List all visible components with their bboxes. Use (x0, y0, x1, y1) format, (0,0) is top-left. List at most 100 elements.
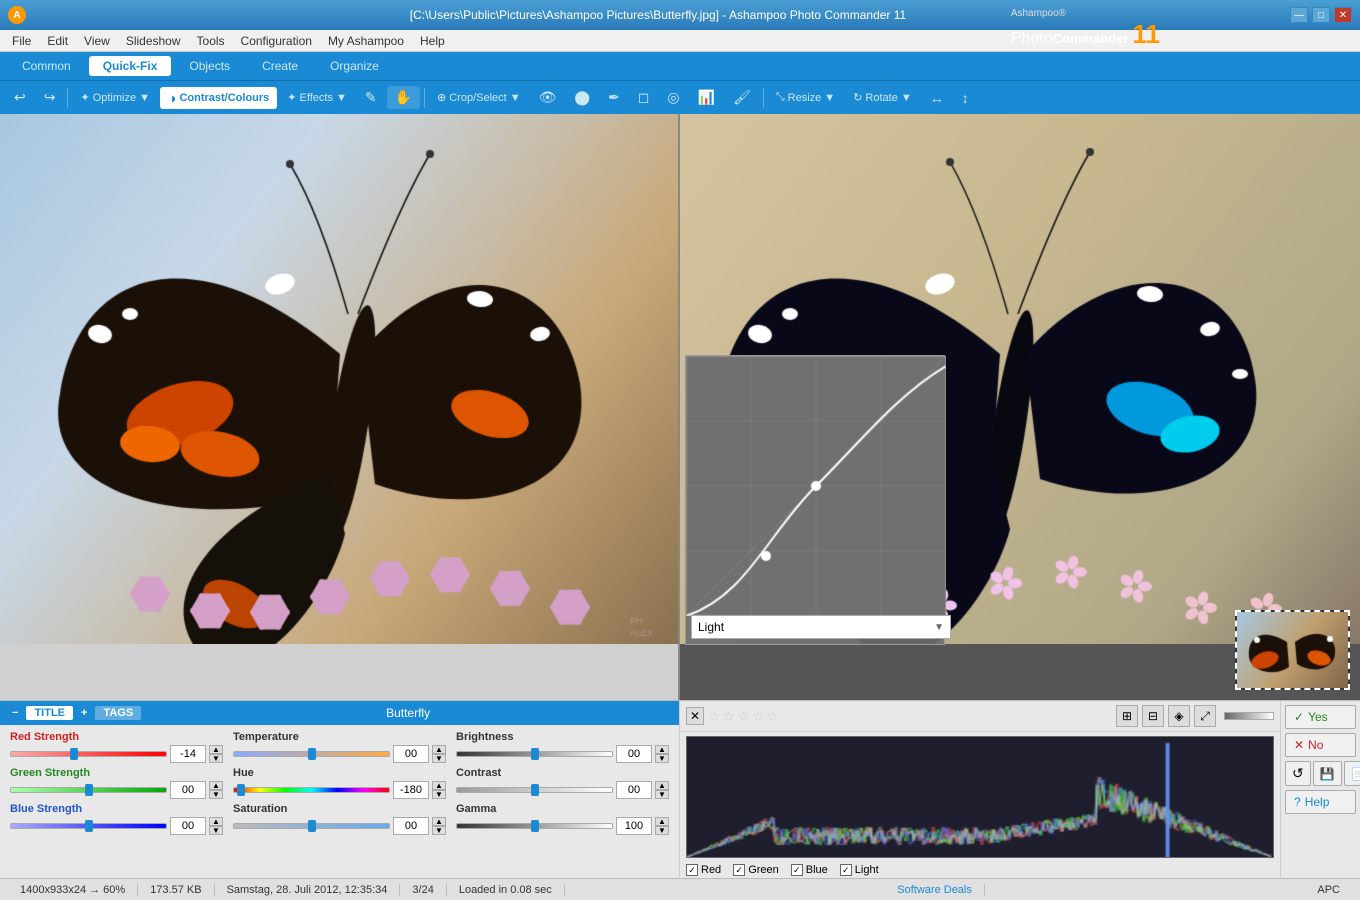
contrast-colours-button[interactable]: ◑ Contrast/Colours (160, 87, 277, 109)
tab-common[interactable]: Common (8, 56, 85, 76)
hue-thumb[interactable] (237, 784, 245, 796)
brightness-up[interactable]: ▲ (655, 745, 669, 754)
status-deals[interactable]: Software Deals (885, 884, 985, 896)
saturation-down[interactable]: ▼ (432, 826, 446, 835)
menu-help[interactable]: Help (412, 32, 453, 50)
menu-file[interactable]: File (4, 32, 39, 50)
light-checkbox[interactable]: ✓ Light (840, 864, 879, 876)
light-checkbox-box[interactable]: ✓ (840, 864, 852, 876)
red-strength-up[interactable]: ▲ (209, 745, 223, 754)
blue-strength-up[interactable]: ▲ (209, 817, 223, 826)
gamma-down[interactable]: ▼ (655, 826, 669, 835)
undo-button[interactable]: ↩ (6, 86, 34, 109)
green-checkbox-box[interactable]: ✓ (733, 864, 745, 876)
star-2[interactable]: ☆ (723, 708, 736, 725)
brightness-thumb[interactable] (531, 748, 539, 760)
crop-select-button[interactable]: ⊕ Crop/Select ▼ (429, 88, 529, 107)
saturation-value[interactable]: 00 (393, 817, 429, 835)
temperature-track[interactable] (233, 751, 390, 757)
menu-edit[interactable]: Edit (39, 32, 76, 50)
star-5[interactable]: ☆ (766, 708, 779, 725)
rotate-button[interactable]: ↻ Rotate ▼ (845, 88, 920, 107)
resize-button[interactable]: ⤡ Resize ▼ (768, 88, 843, 107)
brightness-down[interactable]: ▼ (655, 754, 669, 763)
hue-up[interactable]: ▲ (432, 781, 446, 790)
red-strength-down[interactable]: ▼ (209, 754, 223, 763)
histogram-close-button[interactable]: ✕ (686, 707, 704, 725)
histogram-action-1[interactable]: ⊞ (1116, 705, 1138, 727)
green-strength-thumb[interactable] (85, 784, 93, 796)
effects-button[interactable]: ✦ Effects ▼ (279, 88, 355, 107)
blue-strength-track[interactable] (10, 823, 167, 829)
optimize-button[interactable]: ✦ Optimize ▼ (72, 88, 158, 107)
save-button[interactable]: 💾 (1313, 761, 1342, 786)
minus-title-button[interactable]: − (8, 705, 22, 721)
menu-myashampoo[interactable]: My Ashampoo (320, 32, 412, 50)
menu-tools[interactable]: Tools (189, 32, 233, 50)
histogram-action-3[interactable]: ◈ (1168, 705, 1190, 727)
blue-strength-down[interactable]: ▼ (209, 826, 223, 835)
eye-button[interactable]: 👁 (531, 86, 565, 109)
no-button[interactable]: ✕ No (1285, 733, 1356, 757)
red-strength-track[interactable] (10, 751, 167, 757)
tab-create[interactable]: Create (248, 56, 312, 76)
hue-down[interactable]: ▼ (432, 790, 446, 799)
minimize-button[interactable]: — (1290, 7, 1308, 23)
gamma-up[interactable]: ▲ (655, 817, 669, 826)
eraser-button[interactable]: ◻ (630, 86, 658, 109)
circle-button[interactable]: ⬤ (566, 86, 598, 109)
yes-button[interactable]: ✓ Yes (1285, 705, 1356, 729)
saturation-up[interactable]: ▲ (432, 817, 446, 826)
tab-organize[interactable]: Organize (316, 56, 393, 76)
red-strength-value[interactable]: -14 (170, 745, 206, 763)
green-checkbox[interactable]: ✓ Green (733, 864, 779, 876)
histogram-zoom-button[interactable]: ⤢ (1194, 705, 1216, 727)
maximize-button[interactable]: □ (1312, 7, 1330, 23)
contrast-thumb[interactable] (531, 784, 539, 796)
chart-button[interactable]: 📊 (690, 86, 723, 109)
blue-strength-value[interactable]: 00 (170, 817, 206, 835)
temperature-value[interactable]: 00 (393, 745, 429, 763)
hue-value[interactable]: -180 (393, 781, 429, 799)
green-strength-track[interactable] (10, 787, 167, 793)
contrast-track[interactable] (456, 787, 613, 793)
green-strength-value[interactable]: 00 (170, 781, 206, 799)
brush-button[interactable]: 🖌 (725, 86, 759, 109)
gamma-thumb[interactable] (531, 820, 539, 832)
tab-objects[interactable]: Objects (175, 56, 244, 76)
flip-v-button[interactable]: ↕ (954, 87, 977, 109)
close-button[interactable]: ✕ (1334, 7, 1352, 23)
gamma-track[interactable] (456, 823, 613, 829)
contrast-value[interactable]: 00 (616, 781, 652, 799)
temperature-up[interactable]: ▲ (432, 745, 446, 754)
brightness-value[interactable]: 00 (616, 745, 652, 763)
brightness-track[interactable] (456, 751, 613, 757)
green-strength-down[interactable]: ▼ (209, 790, 223, 799)
red-strength-thumb[interactable] (70, 748, 78, 760)
flip-h-button[interactable]: ↔ (922, 87, 952, 109)
blue-checkbox-box[interactable]: ✓ (791, 864, 803, 876)
contrast-down[interactable]: ▼ (655, 790, 669, 799)
stamp-button[interactable]: ✎ (357, 86, 385, 109)
tags-label-button[interactable]: TAGS (95, 706, 141, 720)
menu-slideshow[interactable]: Slideshow (118, 32, 189, 50)
temperature-thumb[interactable] (308, 748, 316, 760)
reset-button[interactable]: ↺ (1285, 761, 1311, 786)
temperature-down[interactable]: ▼ (432, 754, 446, 763)
menu-configuration[interactable]: Configuration (233, 32, 320, 50)
redo-button[interactable]: ↪ (36, 86, 64, 109)
blue-strength-thumb[interactable] (85, 820, 93, 832)
star-4[interactable]: ☆ (752, 708, 765, 725)
star-1[interactable]: ☆ (708, 708, 721, 725)
red-checkbox-box[interactable]: ✓ (686, 864, 698, 876)
tab-quickfix[interactable]: Quick-Fix (89, 56, 172, 76)
circle2-button[interactable]: ◎ (659, 86, 687, 109)
menu-view[interactable]: View (76, 32, 118, 50)
save-as-button[interactable]: 📄 (1344, 761, 1360, 786)
title-label-button[interactable]: TITLE (26, 706, 73, 720)
brightness-mini-slider[interactable] (1224, 712, 1274, 720)
plus-tags-button[interactable]: + (77, 705, 91, 721)
saturation-thumb[interactable] (308, 820, 316, 832)
help-button[interactable]: ? Help (1285, 790, 1356, 814)
star-3[interactable]: ☆ (737, 708, 750, 725)
